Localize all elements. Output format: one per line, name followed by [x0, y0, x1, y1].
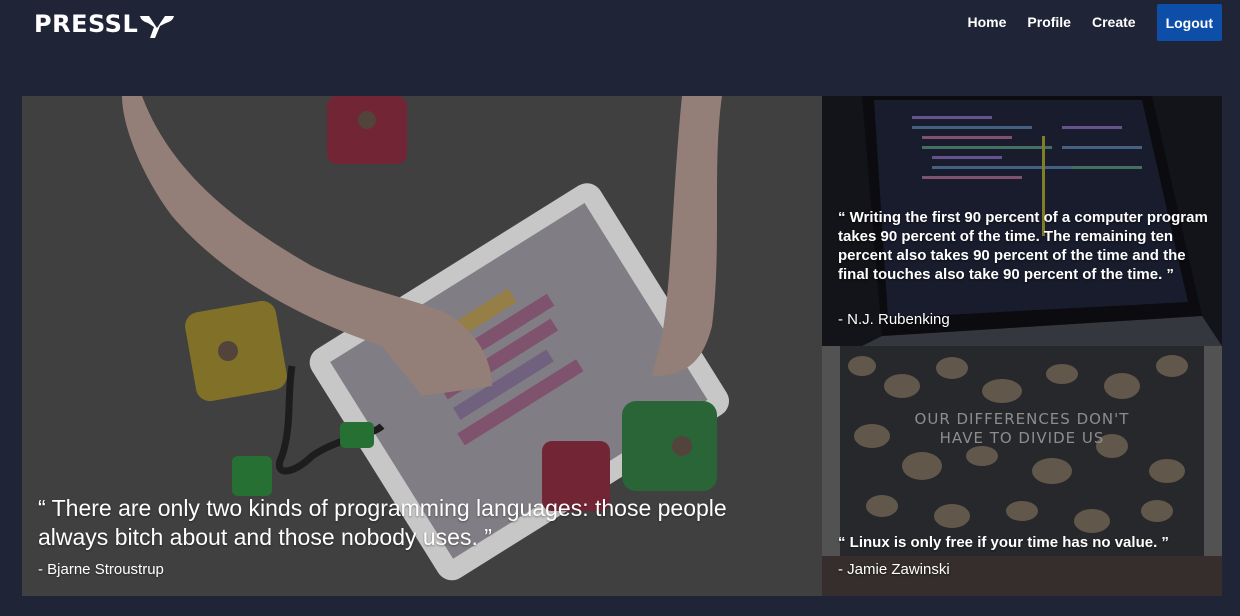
side-post-card-2[interactable]: OUR DIFFERENCES DON'T HAVE TO DIVIDE US … — [822, 346, 1222, 596]
side-post-card-1[interactable]: “ Writing the first 90 percent of a comp… — [822, 96, 1222, 346]
whale-tail-icon — [140, 15, 175, 38]
side-post-quote-1: “ Writing the first 90 percent of a comp… — [838, 209, 1208, 283]
brand-logo[interactable]: PRESSL — [34, 9, 175, 39]
featured-author: - Bjarne Stroustrup — [38, 561, 164, 578]
nav-profile[interactable]: Profile — [1027, 4, 1071, 41]
featured-quote: “ There are only two kinds of programmin… — [38, 495, 727, 550]
nav-home[interactable]: Home — [968, 4, 1007, 41]
side-post-author-1: - N.J. Rubenking — [838, 311, 950, 328]
navbar: PRESSL Home Profile Create Logout — [0, 0, 1240, 46]
side-post-quote-2: “ Linux is only free if your time has no… — [838, 534, 1169, 551]
logout-button[interactable]: Logout — [1156, 4, 1222, 41]
side-post-author-2: - Jamie Zawinski — [838, 561, 950, 578]
featured-post-card[interactable]: “ There are only two kinds of programmin… — [22, 96, 822, 596]
brand-name: PRESSL — [34, 10, 139, 38]
nav-links: Home Profile Create Logout — [947, 4, 1222, 41]
nav-create[interactable]: Create — [1092, 4, 1136, 41]
